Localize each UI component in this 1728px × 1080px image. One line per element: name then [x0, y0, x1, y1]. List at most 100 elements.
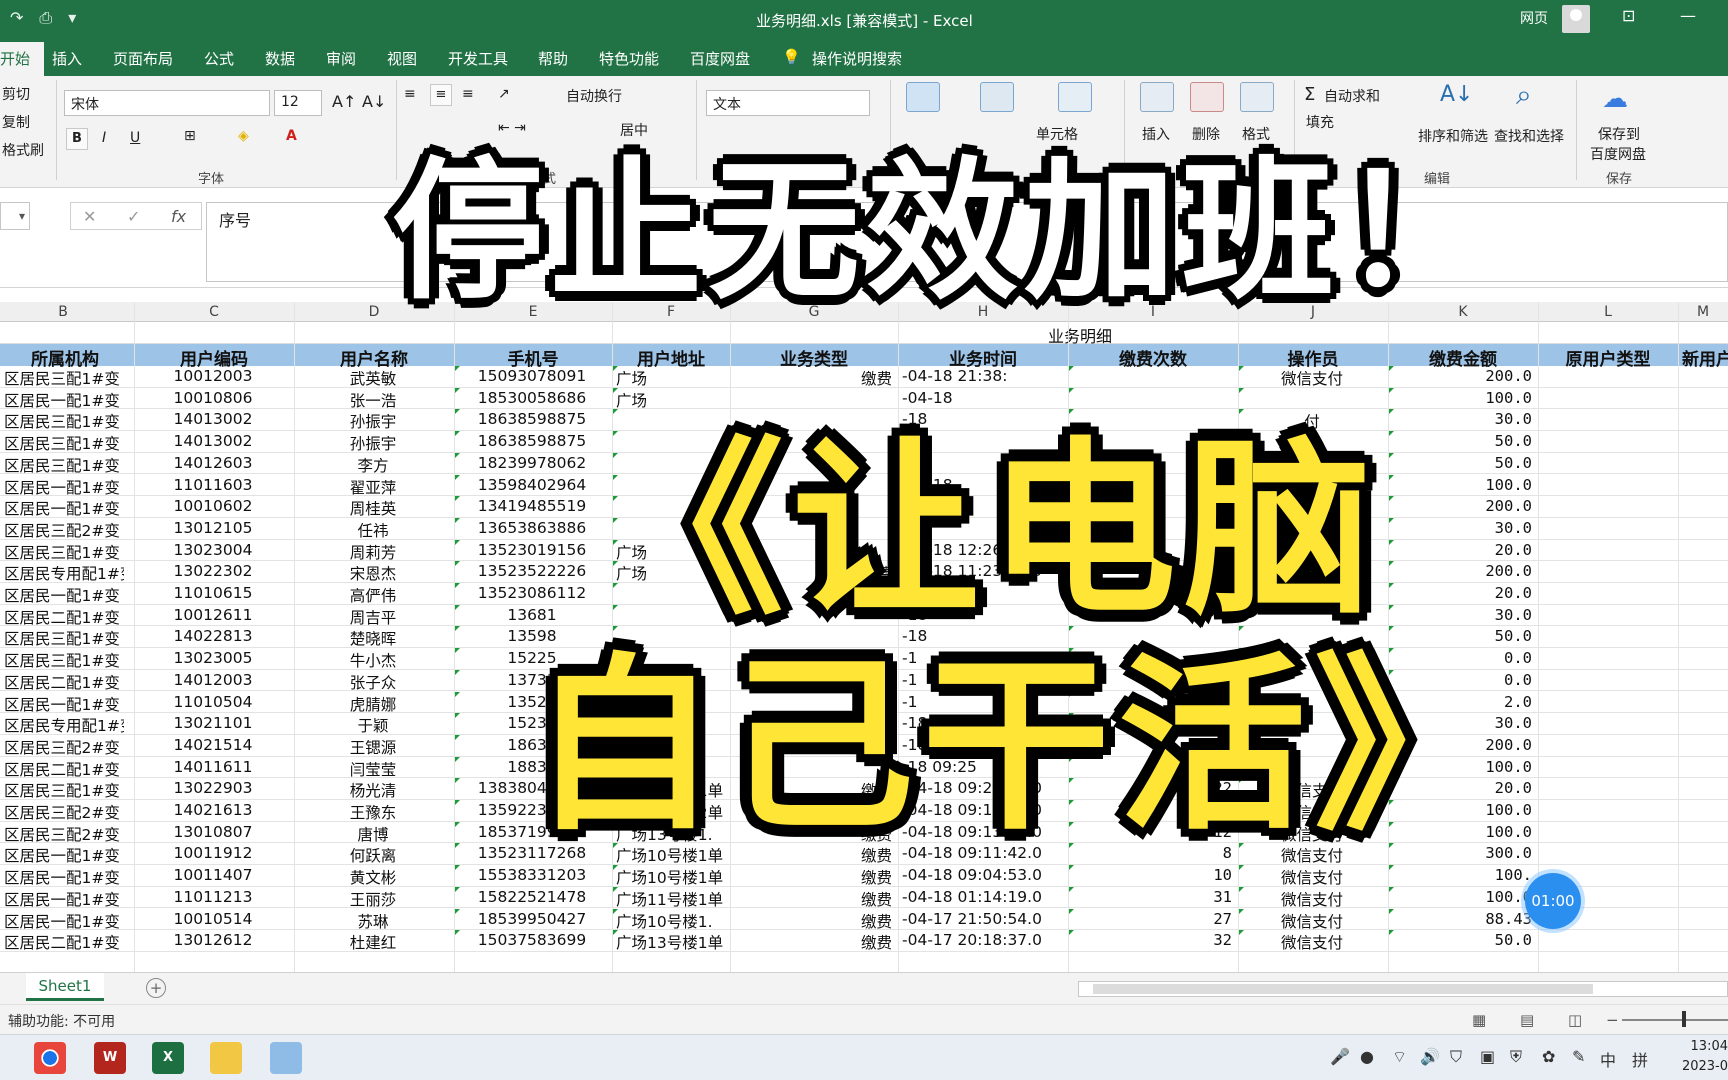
- cell-address[interactable]: 广场11号楼1单: [616, 888, 724, 910]
- cell-org[interactable]: 区居民一配1#变: [4, 476, 124, 498]
- cell-user-code[interactable]: 10011912: [138, 844, 288, 862]
- cell-user-name[interactable]: 王丽莎: [298, 888, 448, 910]
- cell-user-name[interactable]: 苏琳: [298, 910, 448, 932]
- cell-org[interactable]: 区居民一配1#变: [4, 888, 124, 910]
- cell-org[interactable]: 区居民三配2#变: [4, 519, 124, 541]
- cell-user-name[interactable]: 周吉平: [298, 606, 448, 628]
- cell-user-name[interactable]: 张一浩: [298, 389, 448, 411]
- tab-review[interactable]: 审阅: [326, 48, 356, 69]
- cell-org[interactable]: 区居民专用配1#变: [4, 714, 124, 736]
- cell-biz-type[interactable]: 缴费: [734, 888, 892, 910]
- cell-user-code[interactable]: 14021514: [138, 736, 288, 754]
- cell-operator[interactable]: 微信支付: [1242, 931, 1382, 953]
- cell-user-code[interactable]: 14012003: [138, 671, 288, 689]
- bold-button[interactable]: B: [66, 128, 88, 150]
- cell-address[interactable]: 广场10号楼1单: [616, 866, 724, 888]
- cell-user-code[interactable]: 14022813: [138, 627, 288, 645]
- align-top-icon[interactable]: ≡: [404, 86, 416, 102]
- app-tray-icon[interactable]: ✿: [1542, 1047, 1555, 1066]
- cell-amount[interactable]: 50.0: [1392, 432, 1532, 450]
- cell-org[interactable]: 区居民三配1#变: [4, 410, 124, 432]
- cell-user-name[interactable]: 杜建红: [298, 931, 448, 953]
- normal-view-icon[interactable]: ▦: [1472, 1011, 1486, 1029]
- cell-user-code[interactable]: 13021101: [138, 714, 288, 732]
- col-header-c[interactable]: C: [134, 304, 294, 320]
- cell-org[interactable]: 区居民三配1#变: [4, 779, 124, 801]
- cell-org[interactable]: 区居民一配1#变: [4, 497, 124, 519]
- align-middle-icon[interactable]: ≡: [430, 84, 452, 106]
- cell-pay-count[interactable]: 10: [1072, 866, 1232, 884]
- cell-org[interactable]: 区居民一配1#变: [4, 389, 124, 411]
- cell-user-name[interactable]: 孙振宇: [298, 410, 448, 432]
- cell-user-code[interactable]: 14013002: [138, 432, 288, 450]
- autosum-icon[interactable]: Σ: [1304, 84, 1315, 105]
- timer-badge[interactable]: 01:00: [1525, 873, 1581, 929]
- cell-operator[interactable]: 微信支付: [1242, 910, 1382, 932]
- table-row[interactable]: 区居民二配1#变 13012612 杜建红 15037583699 广场13号楼1单 缴费…: [0, 930, 1728, 952]
- cell-user-code[interactable]: 14012603: [138, 454, 288, 472]
- cell-org[interactable]: 区居民二配1#变: [4, 606, 124, 628]
- align-bottom-icon[interactable]: ≡: [462, 86, 474, 102]
- excel-icon[interactable]: X: [152, 1042, 184, 1074]
- cell-org[interactable]: 区居民一配1#变: [4, 693, 124, 715]
- tab-page-layout[interactable]: 页面布局: [113, 48, 173, 69]
- cell-user-name[interactable]: 周桂英: [298, 497, 448, 519]
- cell-amount[interactable]: 30.0: [1392, 519, 1532, 537]
- underline-button[interactable]: U: [130, 130, 140, 146]
- ime-mode[interactable]: 拼: [1632, 1047, 1648, 1071]
- cell-user-name[interactable]: 周莉芳: [298, 541, 448, 563]
- zoom-slider[interactable]: [1622, 1019, 1728, 1021]
- cell-user-code[interactable]: 13023004: [138, 541, 288, 559]
- cell-biz-type[interactable]: 缴费: [734, 931, 892, 953]
- cell-user-name[interactable]: 武英敏: [298, 367, 448, 389]
- cell-user-name[interactable]: 李方: [298, 454, 448, 476]
- cell-user-code[interactable]: 13010807: [138, 823, 288, 841]
- italic-button[interactable]: I: [102, 130, 106, 146]
- cell-user-code[interactable]: 14013002: [138, 410, 288, 428]
- col-header-m[interactable]: M: [1678, 304, 1728, 320]
- wps-tray-icon[interactable]: ▣: [1480, 1047, 1495, 1066]
- cell-user-name[interactable]: 任祎: [298, 519, 448, 541]
- cell-user-name[interactable]: 王豫东: [298, 801, 448, 823]
- cell-user-code[interactable]: 10010514: [138, 910, 288, 928]
- tab-home[interactable]: 开始: [0, 42, 45, 76]
- cell-user-name[interactable]: 闫莹莹: [298, 758, 448, 780]
- mic-icon[interactable]: 🎤: [1330, 1047, 1350, 1066]
- cell-user-name[interactable]: 杨光清: [298, 779, 448, 801]
- shield-icon[interactable]: ⛨: [1510, 1047, 1522, 1067]
- fill-color-icon[interactable]: ◈: [238, 128, 249, 144]
- pen-icon[interactable]: ✎: [1572, 1047, 1585, 1066]
- wechat-icon[interactable]: ●: [1360, 1047, 1374, 1066]
- cell-biz-time[interactable]: -04-18 09:04:53.0: [902, 866, 1062, 884]
- notes-icon[interactable]: [270, 1042, 302, 1074]
- orientation-icon[interactable]: ↗: [498, 86, 510, 102]
- cell-user-code[interactable]: 10012003: [138, 367, 288, 385]
- cell-amount[interactable]: 88.43: [1392, 910, 1532, 928]
- tab-special[interactable]: 特色功能: [599, 48, 659, 69]
- avatar[interactable]: [1562, 5, 1590, 33]
- page-break-view-icon[interactable]: ◫: [1568, 1011, 1582, 1029]
- cell-org[interactable]: 区居民三配2#变: [4, 801, 124, 823]
- cell-phone[interactable]: 15037583699: [458, 931, 606, 949]
- cell-pay-count[interactable]: 32: [1072, 931, 1232, 949]
- cell-amount[interactable]: 200.0: [1392, 562, 1532, 580]
- baidu-cloud-icon[interactable]: ☁: [1602, 84, 1628, 114]
- ribbon-display-icon[interactable]: ⊡: [1622, 6, 1635, 25]
- cell-user-code[interactable]: 10010806: [138, 389, 288, 407]
- cell-biz-type[interactable]: 缴费: [734, 910, 892, 932]
- cell-user-code[interactable]: 14021613: [138, 801, 288, 819]
- cell-user-name[interactable]: 王锶源: [298, 736, 448, 758]
- add-sheet-icon[interactable]: +: [146, 978, 166, 998]
- cell-user-code[interactable]: 13012105: [138, 519, 288, 537]
- cell-org[interactable]: 区居民专用配1#变: [4, 562, 124, 584]
- cell-org[interactable]: 区居民三配2#变: [4, 736, 124, 758]
- cell-user-name[interactable]: 孙振宇: [298, 432, 448, 454]
- cell-user-code[interactable]: 13022302: [138, 562, 288, 580]
- cell-operator[interactable]: 微信支付: [1242, 866, 1382, 888]
- cell-user-name[interactable]: 牛小杰: [298, 649, 448, 671]
- accessibility-status[interactable]: 辅助功能: 不可用: [8, 1011, 115, 1031]
- enter-icon[interactable]: ✓: [127, 207, 140, 226]
- cell-user-name[interactable]: 张子众: [298, 671, 448, 693]
- cell-org[interactable]: 区居民一配1#变: [4, 584, 124, 606]
- font-color-icon[interactable]: A: [286, 128, 297, 144]
